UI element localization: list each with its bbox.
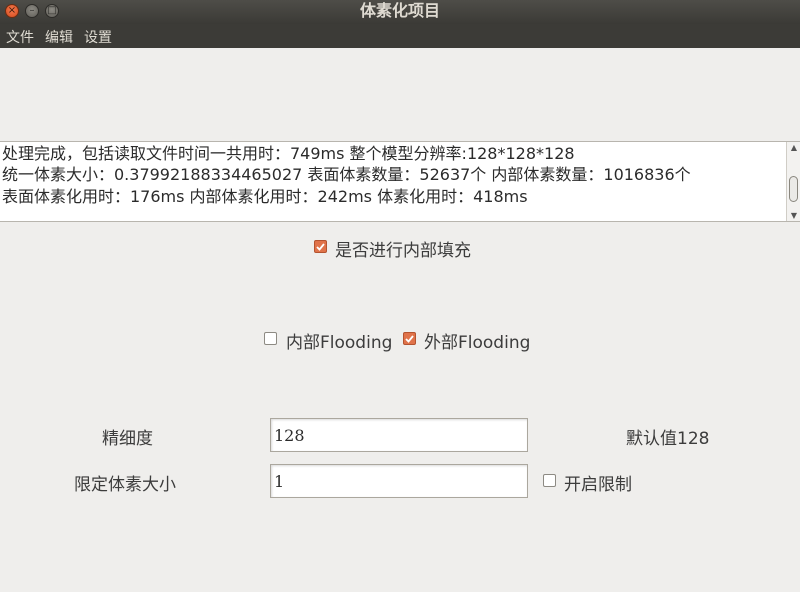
menu-file[interactable]: 文件	[6, 27, 34, 47]
log-scrollbar[interactable]: ▲ ▼	[786, 142, 800, 221]
internal-flooding-checkbox[interactable]	[264, 332, 277, 345]
scroll-up-icon[interactable]: ▲	[789, 143, 799, 152]
scroll-down-icon[interactable]: ▼	[789, 211, 799, 220]
external-flooding-checkbox[interactable]	[403, 332, 416, 345]
log-line: 统一体素大小：0.37992188334465027 表面体素数量：52637个…	[2, 165, 691, 184]
voxel-size-input[interactable]	[271, 465, 527, 497]
result-log-textarea[interactable]: 处理完成，包括读取文件时间一共用时：749ms 整个模型分辨率:128*128*…	[0, 141, 800, 222]
fill-interior-checkbox[interactable]	[314, 240, 327, 253]
menu-edit[interactable]: 编辑	[45, 27, 73, 47]
log-line: 表面体素化用时：176ms 内部体素化用时：242ms 体素化用时：418ms	[2, 187, 528, 206]
enable-limit-label: 开启限制	[564, 475, 632, 495]
window-title: 体素化项目	[359, 1, 440, 20]
precision-default-note: 默认值128	[626, 429, 710, 449]
fill-interior-label: 是否进行内部填充	[335, 241, 471, 261]
external-flooding-label: 外部Flooding	[424, 333, 531, 353]
title-bar: × – □ 体素化项目	[0, 0, 800, 24]
menu-settings[interactable]: 设置	[84, 27, 112, 47]
checkmark-icon	[316, 242, 325, 251]
log-line: 处理完成，包括读取文件时间一共用时：749ms 整个模型分辨率:128*128*…	[2, 144, 575, 163]
checkmark-icon	[405, 334, 414, 343]
internal-flooding-label: 内部Flooding	[286, 333, 393, 353]
voxel-size-field-wrapper	[270, 464, 528, 498]
voxel-size-label: 限定体素大小	[74, 475, 176, 495]
enable-limit-checkbox[interactable]	[543, 474, 556, 487]
precision-field-wrapper	[270, 418, 528, 452]
scroll-thumb[interactable]	[789, 176, 798, 202]
precision-input[interactable]	[271, 419, 527, 451]
menu-bar: 文件 编辑 设置	[0, 24, 800, 48]
precision-label: 精细度	[102, 429, 153, 449]
